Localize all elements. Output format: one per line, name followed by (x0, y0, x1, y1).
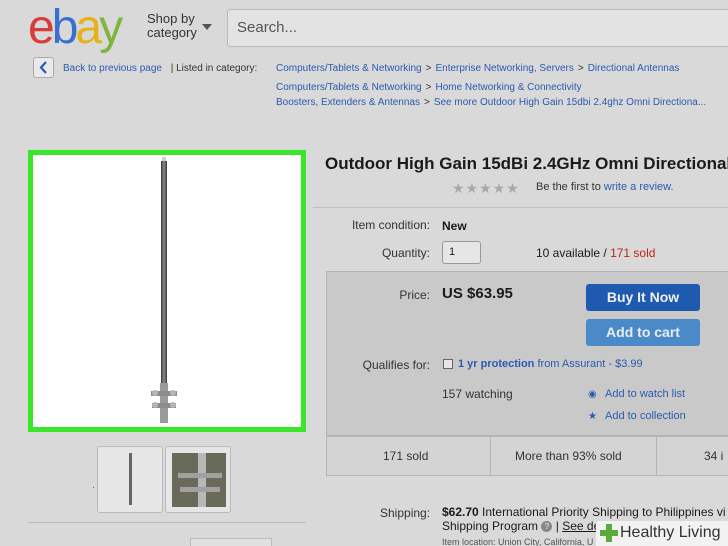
search-input[interactable]: Search... (227, 9, 728, 47)
thumbnail-1[interactable] (97, 446, 163, 513)
breadcrumb-row-3: Boosters, Extenders & Antennas > See more … (276, 97, 706, 109)
watching-count: 157 watching (442, 387, 513, 401)
breadcrumb-link[interactable]: Computers/Tablets & Networking (276, 63, 422, 74)
available-text: 10 available / (536, 246, 607, 260)
eye-icon: ◉ (588, 389, 597, 400)
thumbnail-bracket-image (172, 453, 226, 507)
divider (28, 522, 306, 523)
add-to-cart-button[interactable]: Add to cart (586, 319, 700, 346)
buy-it-now-button[interactable]: Buy It Now (586, 284, 700, 311)
shipping-program: Shipping Program (442, 519, 539, 533)
shop-by-category-button[interactable]: Shop by category (147, 12, 197, 40)
sold-link[interactable]: 171 sold (610, 246, 655, 260)
logo-letter-b: b (51, 1, 79, 54)
review-text: Be the first to write a review. (536, 181, 674, 193)
breadcrumb-row-2: Computers/Tablets & Networking > Home Netw… (276, 82, 582, 94)
price-label: Price: (399, 288, 430, 302)
thumbnail-part (198, 453, 206, 507)
breadcrumb-back: Back to previous page | Listed in catego… (63, 63, 257, 75)
write-review-link[interactable]: write a review. (604, 181, 674, 193)
divider (490, 436, 491, 476)
protection-offer: 1 yr protection from Assurant - $3.99 (458, 358, 643, 370)
back-to-previous-link[interactable]: Back to previous page (63, 63, 162, 74)
chevron-left-icon (39, 61, 47, 74)
breadcrumb-separator: > (425, 82, 432, 93)
add-to-watch-list-link[interactable]: Add to watch list (605, 388, 685, 400)
healthy-living-watermark: Healthy Living (596, 521, 728, 546)
help-icon[interactable]: ? (541, 521, 553, 533)
thumbnail-2[interactable] (165, 446, 231, 513)
antenna-rod (161, 161, 167, 397)
product-title: Outdoor High Gain 15dBi 2.4GHz Omni Dire… (325, 154, 728, 173)
availability: 10 available / 171 sold (536, 246, 655, 260)
shipping-label: Shipping: (380, 506, 431, 520)
quantity-input[interactable]: 1 (442, 241, 481, 264)
shipping-method: International Priority Shipping to Phili… (482, 505, 714, 519)
breadcrumb-separator: > (425, 63, 432, 74)
stat-percent-sold: More than 93% sold (515, 449, 622, 463)
protection-from[interactable]: from Assurant - $3.99 (537, 358, 642, 370)
ebay-logo[interactable]: ebay (28, 1, 123, 54)
plus-icon (600, 524, 618, 542)
chevron-down-icon[interactable] (202, 24, 212, 30)
review-prefix: Be the first to (536, 181, 601, 193)
price-value: US $63.95 (442, 285, 513, 302)
divider (313, 207, 728, 208)
condition-label: Item condition: (351, 218, 430, 232)
breadcrumb-link[interactable]: Directional Antennas (588, 63, 680, 74)
stat-sold[interactable]: 171 sold (383, 449, 428, 463)
shipping-price: $62.70 (442, 505, 479, 519)
star-icon: ★ (588, 411, 597, 422)
shop-by-line2: category (147, 25, 197, 40)
antenna-bracket (151, 383, 177, 423)
breadcrumb-link[interactable]: See more Outdoor High Gain 15dbi 2.4ghz … (434, 97, 706, 108)
image-action-box[interactable] (190, 538, 272, 546)
protection-link[interactable]: 1 yr protection (458, 358, 534, 370)
rating-stars-icon: ★★★★★ (452, 180, 520, 196)
quantity-label: Quantity: (381, 246, 430, 260)
breadcrumb-separator: > (423, 97, 430, 108)
breadcrumb-separator: > (577, 63, 584, 74)
breadcrumb-link[interactable]: Boosters, Extenders & Antennas (276, 97, 420, 108)
condition-value: New (442, 219, 467, 233)
logo-letter-y: y (99, 1, 123, 54)
stat-third: 34 i (704, 449, 724, 463)
watermark-text: Healthy Living (620, 524, 721, 541)
item-location: Item location: Union City, California, U (442, 537, 594, 546)
logo-letter-a: a (75, 1, 102, 54)
breadcrumb-row-1: Computers/Tablets & Networking > Enterpris… (276, 63, 679, 75)
gallery-dot: · (92, 482, 95, 492)
breadcrumb-link[interactable]: Home Networking & Connectivity (435, 82, 581, 93)
back-button[interactable] (33, 57, 54, 78)
breadcrumb-link[interactable]: Computers/Tablets & Networking (276, 82, 422, 93)
listed-in-label: | Listed in category: (170, 63, 258, 74)
qualifies-label: Qualifies for: (362, 358, 430, 372)
product-main-image[interactable] (28, 150, 306, 432)
breadcrumb-link[interactable]: Enterprise Networking, Servers (435, 63, 573, 74)
add-to-collection-link[interactable]: Add to collection (605, 410, 686, 422)
thumbnail-part (180, 487, 220, 492)
thumbnail-antenna (129, 453, 132, 505)
protection-checkbox[interactable] (443, 359, 453, 369)
thumbnail-part (178, 473, 222, 478)
shop-by-line1: Shop by (147, 11, 195, 26)
logo-letter-e: e (28, 1, 55, 54)
divider (656, 436, 657, 476)
shipping-method-tail: vi (716, 505, 726, 519)
